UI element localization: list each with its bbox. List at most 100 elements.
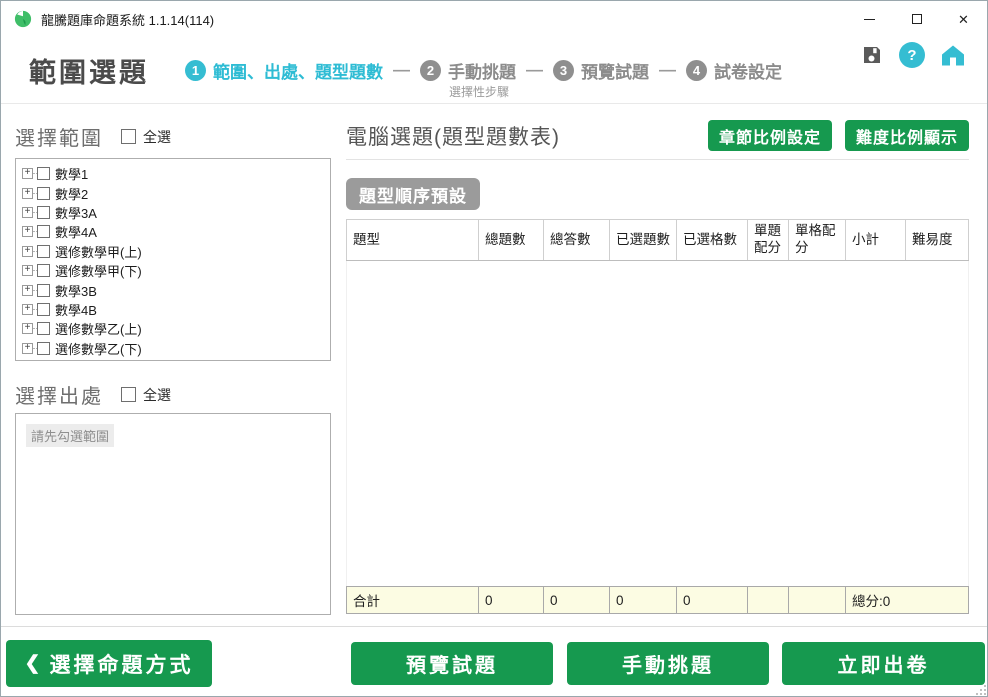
footer-total-answers: 0 bbox=[544, 586, 610, 614]
footer-selected-cells: 0 bbox=[677, 586, 748, 614]
tree-item-checkbox[interactable] bbox=[37, 303, 50, 316]
expand-icon[interactable]: + bbox=[22, 304, 33, 315]
tree-item-math1[interactable]: + 數學1 bbox=[22, 164, 330, 183]
step-1-range[interactable]: 1 範圍、出處、題型題數 bbox=[185, 58, 383, 83]
expand-icon[interactable]: + bbox=[22, 323, 33, 334]
header-icons: ? bbox=[860, 42, 966, 68]
step-3-preview[interactable]: 3 預覽試題 bbox=[553, 58, 649, 83]
expand-icon[interactable]: + bbox=[22, 246, 33, 257]
range-panel-header: 選擇範圍 全選 bbox=[15, 122, 171, 151]
tree-item-checkbox[interactable] bbox=[37, 187, 50, 200]
footer-total-score: 總分:0 bbox=[846, 586, 969, 614]
question-type-table: 題型 總題數 總答數 已選題數 已選格數 單題配分 單格配分 小計 難易度 合計… bbox=[346, 219, 969, 614]
type-order-default-button[interactable]: 題型順序預設 bbox=[346, 178, 480, 210]
chapter-ratio-button[interactable]: 章節比例設定 bbox=[708, 120, 832, 151]
tree-item-label: 數學2 bbox=[55, 184, 88, 203]
maximize-button[interactable] bbox=[893, 1, 940, 37]
help-icon: ? bbox=[907, 47, 916, 64]
window-controls: ✕ bbox=[846, 1, 987, 37]
home-button[interactable] bbox=[940, 42, 966, 68]
step-1-number: 1 bbox=[185, 60, 206, 81]
close-button[interactable]: ✕ bbox=[940, 1, 987, 37]
col-header-subtotal: 小計 bbox=[846, 220, 906, 260]
step-separator: — bbox=[526, 60, 543, 80]
maximize-icon bbox=[912, 14, 922, 24]
step-4-label: 試卷設定 bbox=[714, 63, 782, 82]
tree-item-checkbox[interactable] bbox=[37, 245, 50, 258]
step-3-number: 3 bbox=[553, 60, 574, 81]
tree-item-math4b[interactable]: + 數學4B bbox=[22, 300, 330, 319]
range-select-all-label: 全選 bbox=[143, 127, 171, 147]
tree-item-checkbox[interactable] bbox=[37, 225, 50, 238]
save-button[interactable] bbox=[860, 43, 884, 67]
source-list-box: 請先勾選範圍 bbox=[15, 413, 331, 615]
generate-paper-button[interactable]: 立即出卷 bbox=[782, 642, 985, 685]
tree-item-math4a[interactable]: + 數學4A bbox=[22, 222, 330, 241]
home-icon bbox=[940, 42, 966, 68]
computer-select-header: 電腦選題(題型題數表) 章節比例設定 難度比例顯示 bbox=[346, 120, 969, 151]
tree-item-math3a[interactable]: + 數學3A bbox=[22, 203, 330, 222]
col-header-selected-questions: 已選題數 bbox=[610, 220, 677, 260]
tree-item-elective-a-lower[interactable]: + 選修數學甲(下) bbox=[22, 261, 330, 280]
tree-item-label: 選修數學甲(下) bbox=[55, 261, 142, 280]
footer-total-label: 合計 bbox=[346, 586, 479, 614]
table-header-row: 題型 總題數 總答數 已選題數 已選格數 單題配分 單格配分 小計 難易度 bbox=[346, 219, 969, 261]
footer-empty-cell bbox=[789, 586, 846, 614]
expand-icon[interactable]: + bbox=[22, 285, 33, 296]
range-tree: + 數學1 + 數學2 + 數學3A + 數學4A + 選修數學甲(上) + 選… bbox=[15, 158, 331, 361]
help-button[interactable]: ? bbox=[899, 42, 925, 68]
source-select-all-label: 全選 bbox=[143, 385, 171, 405]
back-button-label: 選擇命題方式 bbox=[49, 649, 193, 679]
expand-icon[interactable]: + bbox=[22, 188, 33, 199]
tree-item-checkbox[interactable] bbox=[37, 342, 50, 355]
close-icon: ✕ bbox=[958, 13, 969, 26]
tree-item-elective-b-lower[interactable]: + 選修數學乙(下) bbox=[22, 339, 330, 358]
manual-pick-button[interactable]: 手動挑題 bbox=[567, 642, 769, 685]
col-header-difficulty: 難易度 bbox=[906, 220, 969, 260]
title-bar: 龍騰題庫命題系統 1.1.14(114) ✕ bbox=[1, 1, 987, 37]
step-2-number: 2 bbox=[420, 60, 441, 81]
difficulty-ratio-button[interactable]: 難度比例顯示 bbox=[845, 120, 969, 151]
footer-empty-cell bbox=[748, 586, 789, 614]
footer-selected-questions: 0 bbox=[610, 586, 677, 614]
wizard-stepper: 1 範圍、出處、題型題數 — 2 手動挑題 選擇性步驟 — 3 預覽試題 — 4… bbox=[185, 58, 782, 83]
tree-item-checkbox[interactable] bbox=[37, 206, 50, 219]
expand-icon[interactable]: + bbox=[22, 226, 33, 237]
source-select-all-checkbox[interactable] bbox=[121, 387, 136, 402]
table-footer-row: 合計 0 0 0 0 總分:0 bbox=[346, 586, 969, 614]
tree-item-label: 選修數學乙(下) bbox=[55, 339, 142, 358]
app-logo-icon bbox=[14, 10, 32, 28]
tree-item-elective-a-upper[interactable]: + 選修數學甲(上) bbox=[22, 242, 330, 261]
range-panel-title: 選擇範圍 bbox=[15, 122, 103, 151]
tree-item-label: 選修數學甲(上) bbox=[55, 242, 142, 261]
tree-item-math3b[interactable]: + 數學3B bbox=[22, 280, 330, 299]
range-select-all-checkbox[interactable] bbox=[121, 129, 136, 144]
tree-item-elective-b-upper[interactable]: + 選修數學乙(上) bbox=[22, 319, 330, 338]
app-title: 龍騰題庫命題系統 1.1.14(114) bbox=[41, 10, 214, 29]
step-4-paper-settings[interactable]: 4 試卷設定 bbox=[686, 58, 782, 83]
source-panel-header: 選擇出處 全選 bbox=[15, 380, 171, 409]
tree-item-checkbox[interactable] bbox=[37, 264, 50, 277]
expand-icon[interactable]: + bbox=[22, 207, 33, 218]
resize-grip[interactable] bbox=[980, 689, 982, 691]
expand-icon[interactable]: + bbox=[22, 168, 33, 179]
source-empty-hint: 請先勾選範圍 bbox=[26, 424, 114, 447]
minimize-button[interactable] bbox=[846, 1, 893, 37]
step-separator: — bbox=[393, 60, 410, 80]
chevron-left-icon: ❮ bbox=[25, 652, 41, 675]
tree-item-checkbox[interactable] bbox=[37, 284, 50, 297]
tree-item-math2[interactable]: + 數學2 bbox=[22, 183, 330, 202]
step-2-manual-pick[interactable]: 2 手動挑題 選擇性步驟 bbox=[420, 58, 516, 83]
step-1-label: 範圍、出處、題型題數 bbox=[213, 63, 383, 82]
col-header-total-answers: 總答數 bbox=[544, 220, 610, 260]
tree-item-label: 選修數學乙(上) bbox=[55, 319, 142, 338]
source-panel-title: 選擇出處 bbox=[15, 380, 103, 409]
preview-questions-button[interactable]: 預覽試題 bbox=[351, 642, 553, 685]
expand-icon[interactable]: + bbox=[22, 343, 33, 354]
tree-item-checkbox[interactable] bbox=[37, 322, 50, 335]
tree-item-checkbox[interactable] bbox=[37, 167, 50, 180]
expand-icon[interactable]: + bbox=[22, 265, 33, 276]
table-body-empty bbox=[346, 261, 969, 586]
back-to-method-button[interactable]: ❮ 選擇命題方式 bbox=[6, 640, 212, 687]
minimize-icon bbox=[864, 19, 875, 20]
